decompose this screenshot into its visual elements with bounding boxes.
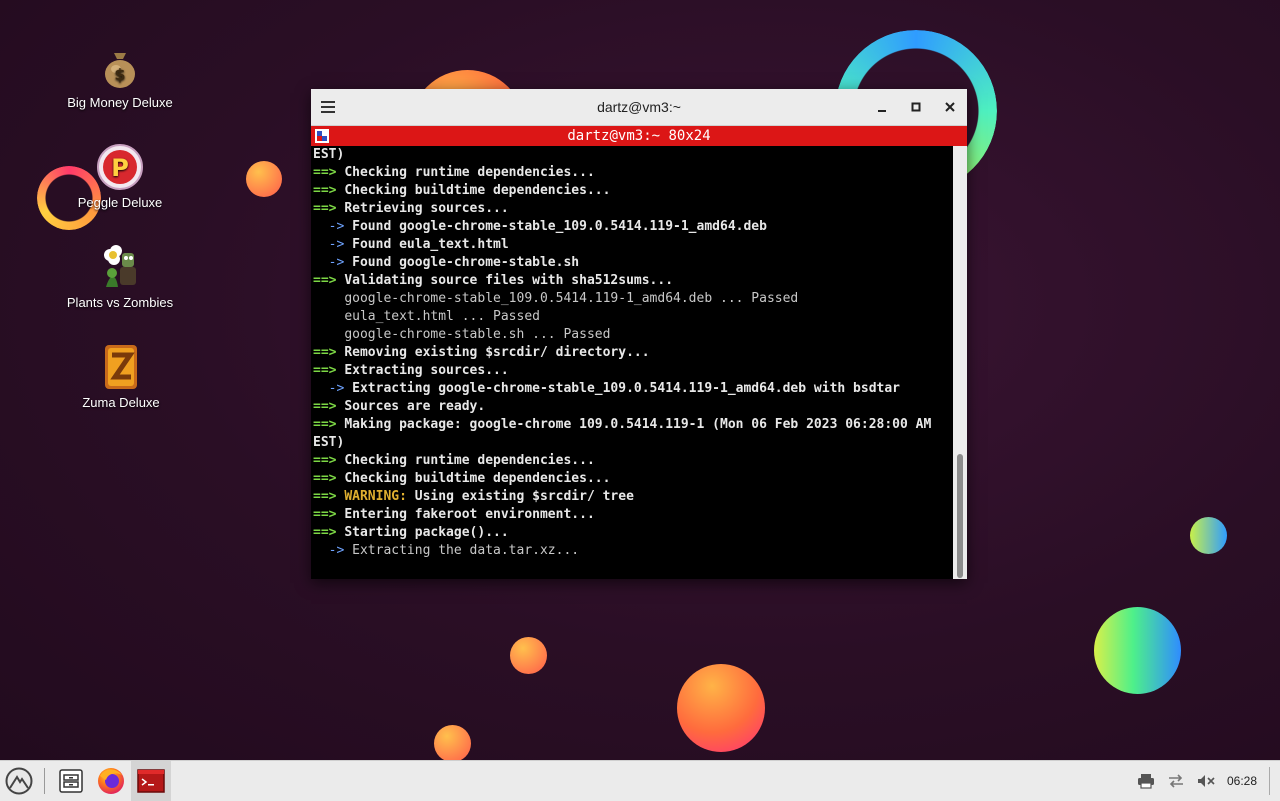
- network-button[interactable]: [1163, 761, 1189, 801]
- terminal-line: ==> Retrieving sources...: [313, 201, 509, 216]
- terminal-line: ==> Validating source files with sha512s…: [313, 273, 674, 288]
- printer-icon: [1137, 774, 1154, 789]
- desktop-icon-label: Plants vs Zombies: [66, 295, 174, 310]
- wallpaper-orb: [434, 725, 471, 760]
- wallpaper-orb: [677, 664, 765, 752]
- window-menu-button[interactable]: [311, 89, 345, 125]
- wallpaper-orb: [510, 637, 547, 674]
- terminal-task-button[interactable]: [131, 761, 171, 801]
- terminal-line: google-chrome-stable_109.0.5414.119-1_am…: [344, 291, 799, 306]
- volume-muted-icon: [1197, 775, 1215, 787]
- terminal-line: ==> WARNING: Using existing $srcdir/ tre…: [313, 489, 634, 504]
- terminal-line: -> Found eula_text.html: [313, 237, 509, 252]
- terminal-line: ==> Removing existing $srcdir/ directory…: [313, 345, 650, 360]
- terminal-line: ==> Extracting sources...: [313, 363, 509, 378]
- terminal-line: ==> Starting package()...: [313, 525, 509, 540]
- peggle-icon: P: [96, 143, 144, 191]
- desktop-icon-label: Zuma Deluxe: [82, 395, 160, 410]
- terminal-icon: [137, 769, 165, 793]
- terminal-line: ==> Checking buildtime dependencies...: [313, 471, 611, 486]
- close-button[interactable]: [933, 89, 967, 125]
- desktop-icon-big-money[interactable]: $ Big Money Deluxe: [65, 43, 175, 110]
- terminal-line: ==> Entering fakeroot environment...: [313, 507, 595, 522]
- desktop-icon-label: Peggle Deluxe: [77, 195, 163, 210]
- desktop-icon-plants-vs-zombies[interactable]: Plants vs Zombies: [65, 243, 175, 310]
- money-bag-icon: $: [96, 43, 144, 91]
- minimize-icon: [878, 110, 886, 112]
- terminal-line: ==> Checking runtime dependencies...: [313, 165, 595, 180]
- terminal-scrollbar[interactable]: [953, 146, 967, 579]
- terminal-line: ==> Making package: google-chrome 109.0.…: [313, 417, 932, 432]
- terminal-line: eula_text.html ... Passed: [344, 309, 540, 324]
- terminal-line: -> Found google-chrome-stable.sh: [313, 255, 580, 270]
- clock[interactable]: 06:28: [1227, 774, 1257, 788]
- desktop-icon-label: Big Money Deluxe: [67, 95, 173, 110]
- maximize-button[interactable]: [899, 89, 933, 125]
- close-icon: [945, 102, 955, 112]
- svg-text:P: P: [111, 154, 129, 182]
- taskbar: 06:28: [0, 760, 1280, 801]
- terminal-subtitle-bar: dartz@vm3:~ 80x24: [311, 126, 967, 146]
- network-icon: [1168, 774, 1183, 788]
- firefox-icon: [98, 768, 124, 794]
- terminal-line: -> Found google-chrome-stable_109.0.5414…: [313, 219, 767, 234]
- file-manager-button[interactable]: [51, 761, 91, 801]
- minimize-button[interactable]: [865, 89, 899, 125]
- desktop-icon-peggle[interactable]: P Peggle Deluxe: [65, 143, 175, 210]
- wallpaper-orb: [246, 161, 282, 197]
- maximize-icon: [911, 102, 921, 112]
- hamburger-icon: [321, 101, 335, 113]
- terminal-line: -> Extracting the data.tar.xz...: [313, 543, 580, 558]
- terminal-output[interactable]: EST) ==> Checking runtime dependencies...…: [311, 146, 953, 579]
- terminal-line: EST): [313, 435, 345, 450]
- printer-button[interactable]: [1133, 761, 1159, 801]
- file-manager-icon: [59, 769, 83, 793]
- zuma-icon: [97, 343, 145, 391]
- terminal-line: EST): [313, 147, 345, 162]
- firefox-button[interactable]: [91, 761, 131, 801]
- scrollbar-thumb[interactable]: [957, 454, 963, 578]
- terminal-line: ==> Checking buildtime dependencies...: [313, 183, 611, 198]
- system-tray: 06:28: [1133, 761, 1280, 801]
- app-menu-button[interactable]: [0, 761, 38, 801]
- window-titlebar[interactable]: dartz@vm3:~: [311, 89, 967, 126]
- wallpaper-orb: [1094, 607, 1181, 694]
- desktop-icon-zuma[interactable]: Zuma Deluxe: [66, 343, 176, 410]
- terminal-line: ==> Checking runtime dependencies...: [313, 453, 595, 468]
- terminal-line: -> Extracting google-chrome-stable_109.0…: [313, 381, 901, 396]
- app-menu-icon: [5, 767, 33, 795]
- volume-button[interactable]: [1193, 761, 1219, 801]
- terminal-line: google-chrome-stable.sh ... Passed: [344, 327, 611, 342]
- plants-vs-zombies-icon: [96, 243, 144, 291]
- taskbar-separator: [44, 768, 45, 794]
- terminal-window[interactable]: dartz@vm3:~ dartz@vm3:~ 80x24 EST) ==> Ch…: [311, 89, 967, 579]
- terminal-subtitle: dartz@vm3:~ 80x24: [567, 128, 711, 144]
- show-desktop-button[interactable]: [1269, 767, 1274, 795]
- wallpaper-orb: [1190, 517, 1227, 554]
- terminal-line: ==> Sources are ready.: [313, 399, 486, 414]
- svg-text:$: $: [114, 65, 125, 84]
